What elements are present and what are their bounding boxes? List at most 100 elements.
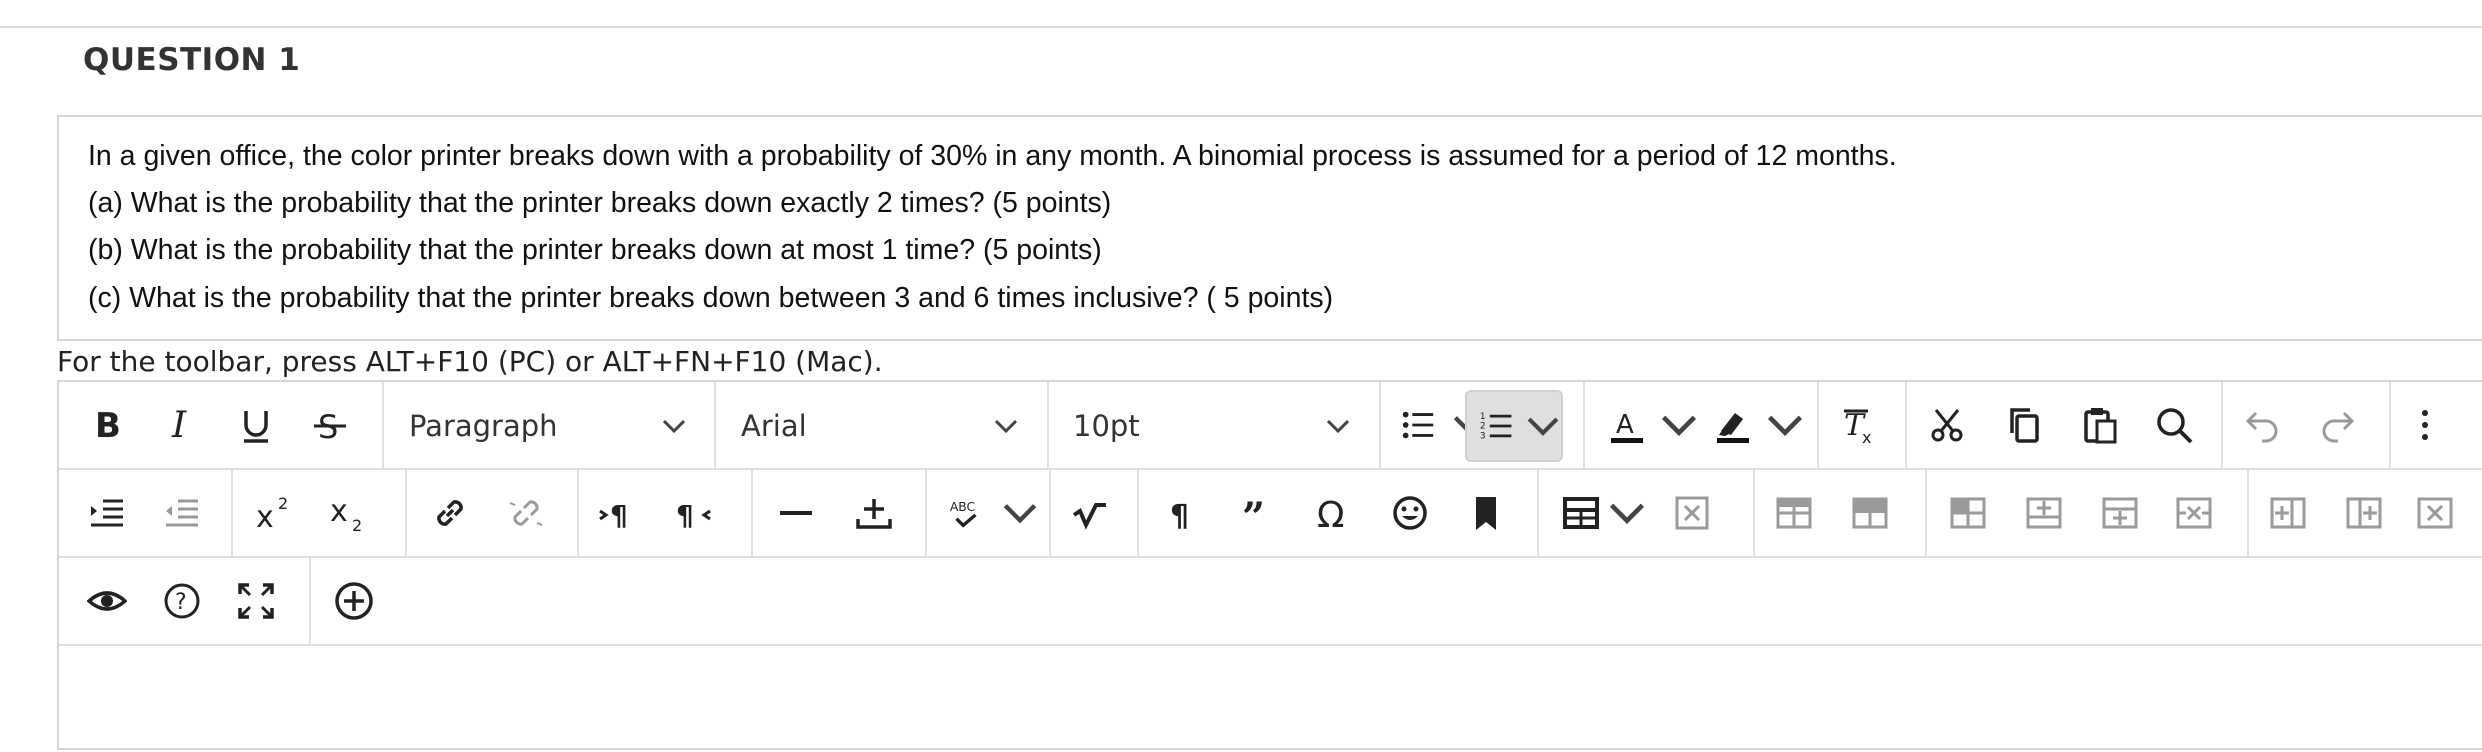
insert-row-after-button[interactable] xyxy=(2095,488,2145,538)
svg-text:2: 2 xyxy=(1480,422,1486,432)
svg-text:x: x xyxy=(256,500,274,533)
outdent-button[interactable] xyxy=(157,488,207,538)
italic-button[interactable]: I xyxy=(157,400,207,450)
horizontal-line-button[interactable] xyxy=(771,488,821,538)
chevron-down-icon xyxy=(1661,415,1697,436)
rich-text-editor: B I S Paragraph Arial 10pt 1 2 3 A T x x… xyxy=(57,380,2482,750)
toolbar-separator xyxy=(2389,382,2391,468)
blockquote-button[interactable]: ” xyxy=(1233,488,1283,538)
numbered-list-icon: 123 xyxy=(1480,412,1512,442)
outdent-icon xyxy=(166,499,198,527)
remove-link-button[interactable] xyxy=(501,488,551,538)
delete-row-button[interactable] xyxy=(2169,488,2219,538)
block-format-select[interactable]: Paragraph xyxy=(399,400,697,452)
redo-button[interactable] xyxy=(2313,400,2363,450)
help-icon: ? xyxy=(164,583,200,619)
svg-text:x: x xyxy=(330,494,348,529)
question-text-box: In a given office, the color printer bre… xyxy=(57,115,2482,341)
toolbar-separator xyxy=(1537,470,1539,556)
clear-formatting-button[interactable]: Tx xyxy=(1833,400,1883,450)
toolbar-separator xyxy=(405,470,407,556)
toolbar-separator xyxy=(1925,470,1927,556)
indent-button[interactable] xyxy=(82,488,132,538)
delete-column-button[interactable] xyxy=(2415,488,2455,538)
math-editor-button[interactable] xyxy=(1065,488,1115,538)
svg-text:”: ” xyxy=(1242,494,1265,533)
insert-anchor-button[interactable] xyxy=(849,488,899,538)
font-size-select[interactable]: 10pt xyxy=(1063,400,1361,452)
question-stem: In a given office, the color printer bre… xyxy=(88,140,1897,172)
insert-link-button[interactable] xyxy=(425,488,475,538)
font-family-select[interactable]: Arial xyxy=(731,400,1029,452)
toolbar-separator xyxy=(1905,382,1907,468)
chevron-down-icon xyxy=(994,419,1018,434)
paste-button[interactable] xyxy=(2075,400,2125,450)
merge-cells-icon xyxy=(1950,497,1986,529)
insert-row-before-button[interactable] xyxy=(2019,488,2069,538)
bullet-list-icon xyxy=(1402,411,1434,439)
rtl-direction-button[interactable]: ¶ xyxy=(669,488,719,538)
undo-button[interactable] xyxy=(2237,400,2287,450)
bookmark-button[interactable] xyxy=(1461,488,1511,538)
svg-text:ABC: ABC xyxy=(950,500,975,514)
scissors-icon xyxy=(1931,409,1963,442)
emoji-button[interactable] xyxy=(1385,488,1435,538)
table-cell-icon xyxy=(1852,497,1888,529)
subscript-button[interactable]: x2 xyxy=(323,488,373,538)
redo-icon xyxy=(2322,411,2355,443)
ltr-direction-button[interactable]: ¶ xyxy=(593,488,643,538)
text-color-icon: A xyxy=(1611,410,1643,443)
strikethrough-button[interactable]: S xyxy=(305,400,355,450)
fullscreen-button[interactable] xyxy=(231,576,281,626)
superscript-button[interactable]: x2 xyxy=(249,488,299,538)
numbered-list-button[interactable]: 123 xyxy=(1465,390,1563,462)
spellcheck-button[interactable]: ABC xyxy=(939,488,1039,538)
special-character-button[interactable]: Ω xyxy=(1309,488,1359,538)
add-content-button[interactable] xyxy=(329,576,379,626)
help-button[interactable]: ? xyxy=(157,576,207,626)
table-row-properties-button[interactable] xyxy=(1769,488,1819,538)
chevron-down-icon xyxy=(1326,419,1350,434)
link-icon xyxy=(437,500,463,526)
table-row-icon xyxy=(1776,497,1812,529)
toolbar-separator xyxy=(1753,470,1755,556)
superscript-icon: x2 xyxy=(256,494,288,533)
toolbar-row-2: x2 x2 ¶ ¶ ABC ¶ ” Ω xyxy=(59,470,2482,558)
table-button[interactable] xyxy=(1553,488,1653,538)
horizontal-rule-icon xyxy=(780,511,812,515)
cut-button[interactable] xyxy=(1923,400,1973,450)
insert-column-after-button[interactable] xyxy=(2339,488,2389,538)
preview-button[interactable] xyxy=(82,576,132,626)
spellcheck-icon: ABC xyxy=(950,500,977,528)
insert-column-before-button[interactable] xyxy=(2263,488,2313,538)
toolbar-separator xyxy=(1137,470,1139,556)
more-options-button[interactable] xyxy=(2405,400,2445,450)
delete-table-button[interactable] xyxy=(1667,488,1717,538)
editor-content-area[interactable] xyxy=(59,646,2482,752)
svg-text:A: A xyxy=(1616,410,1634,440)
smiley-icon xyxy=(1393,496,1427,530)
toolbar-row-3: ? xyxy=(59,558,2482,646)
show-blocks-button[interactable]: ¶ xyxy=(1157,488,1207,538)
svg-text:2: 2 xyxy=(278,494,288,513)
question-title: QUESTION 1 xyxy=(83,42,301,78)
toolbar-separator xyxy=(2247,470,2249,556)
chevron-down-icon xyxy=(1003,504,1037,524)
text-color-button[interactable]: A xyxy=(1599,400,1699,450)
bold-button[interactable]: B xyxy=(82,400,132,450)
copy-button[interactable] xyxy=(1999,400,2049,450)
toolbar-separator xyxy=(231,470,233,556)
highlight-color-button[interactable] xyxy=(1705,400,1805,450)
find-button[interactable] xyxy=(2149,400,2199,450)
merge-cells-button[interactable] xyxy=(1943,488,1993,538)
svg-text:1: 1 xyxy=(1480,412,1486,422)
font-family-value: Arial xyxy=(741,409,807,443)
svg-text:3: 3 xyxy=(1480,432,1486,442)
square-root-icon xyxy=(1072,503,1106,530)
clipboard-icon xyxy=(2084,408,2117,444)
svg-text:I: I xyxy=(171,405,187,445)
underline-button[interactable] xyxy=(231,400,281,450)
bookmark-icon xyxy=(1476,497,1496,530)
table-cell-properties-button[interactable] xyxy=(1845,488,1895,538)
italic-icon: I xyxy=(171,405,187,445)
